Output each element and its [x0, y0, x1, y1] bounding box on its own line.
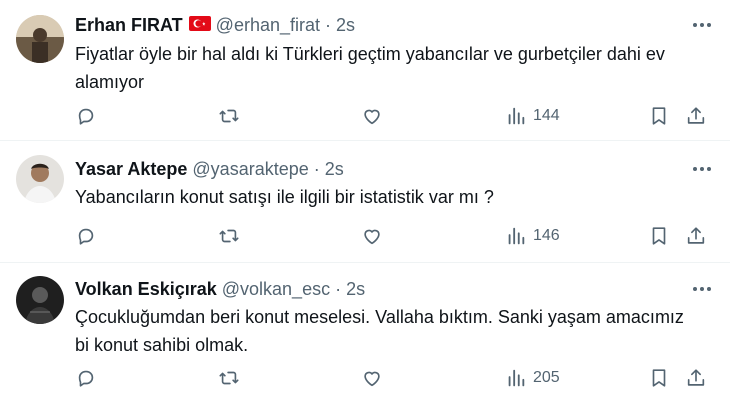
- tweet-text-line: Yabancıların konut satışı ile ilgili bir…: [75, 187, 494, 207]
- action-bar: 205: [75, 366, 715, 390]
- avatar[interactable]: [16, 15, 64, 63]
- timestamp[interactable]: 2s: [336, 15, 355, 36]
- heart-icon: [364, 109, 380, 125]
- display-name[interactable]: Volkan Eskiçırak: [75, 279, 217, 300]
- retweet-button[interactable]: [218, 104, 240, 128]
- views-button[interactable]: 205: [505, 366, 560, 390]
- tweet-3[interactable]: Volkan Eskiçırak @volkan_esc · 2s Çocukl…: [0, 263, 730, 420]
- user-handle[interactable]: @volkan_esc: [222, 279, 330, 300]
- share-button[interactable]: [685, 104, 707, 128]
- views-count: 144: [533, 107, 560, 124]
- separator-dot: ·: [313, 158, 320, 179]
- turkey-flag-icon: [188, 15, 211, 36]
- reply-button[interactable]: [75, 366, 97, 390]
- user-handle[interactable]: @yasaraktepe: [192, 159, 308, 180]
- bookmark-icon: [652, 227, 666, 245]
- tweet-text: Fiyatlar öyle bir hal aldı ki Türkleri g…: [75, 40, 715, 96]
- share-icon: [687, 107, 705, 124]
- like-button[interactable]: [361, 224, 383, 248]
- like-button[interactable]: [361, 104, 383, 128]
- share-icon: [687, 369, 705, 386]
- like-button[interactable]: [361, 366, 383, 390]
- share-button[interactable]: [685, 224, 707, 248]
- action-bar: 146: [75, 224, 715, 248]
- views-button[interactable]: 144: [505, 104, 560, 128]
- tweet-text-line: alamıyor: [75, 72, 145, 92]
- share-icon: [687, 227, 705, 244]
- reply-button[interactable]: [75, 104, 97, 128]
- bookmark-button[interactable]: [648, 366, 670, 390]
- tweet-header: Erhan FIRAT @erhan_firat · 2s: [75, 14, 355, 36]
- more-icon[interactable]: [690, 14, 714, 36]
- share-button[interactable]: [685, 366, 707, 390]
- more-icon[interactable]: [690, 158, 714, 180]
- reply-icon: [78, 370, 94, 387]
- reply-button[interactable]: [75, 224, 97, 248]
- views-icon: [508, 107, 525, 125]
- retweet-icon: [219, 229, 239, 243]
- bookmark-button[interactable]: [648, 104, 670, 128]
- tweet-header: Volkan Eskiçırak @volkan_esc · 2s: [75, 278, 365, 300]
- views-button[interactable]: 146: [505, 224, 560, 248]
- tweet-text: Çocukluğumdan beri konut meselesi. Valla…: [75, 303, 715, 359]
- tweet-text-line: Çocukluğumdan beri konut meselesi. Valla…: [75, 307, 684, 327]
- bookmark-icon: [652, 107, 666, 125]
- tweet-text: Yabancıların konut satışı ile ilgili bir…: [75, 183, 715, 211]
- heart-icon: [364, 229, 380, 245]
- reply-icon: [78, 108, 94, 125]
- tweet-text-line: Fiyatlar öyle bir hal aldı ki Türkleri g…: [75, 44, 665, 64]
- tweet-2[interactable]: Yasar Aktepe @yasaraktepe · 2s Yabancıla…: [0, 141, 730, 262]
- retweet-button[interactable]: [218, 366, 240, 390]
- views-count: 146: [533, 227, 560, 244]
- bookmark-button[interactable]: [648, 224, 670, 248]
- timestamp[interactable]: 2s: [325, 159, 344, 180]
- tweet-text-line: bi konut sahibi olmak.: [75, 335, 249, 355]
- heart-icon: [364, 371, 380, 387]
- display-name[interactable]: Erhan FIRAT: [75, 15, 183, 36]
- views-icon: [508, 369, 525, 387]
- tweet-header: Yasar Aktepe @yasaraktepe · 2s: [75, 158, 344, 180]
- avatar[interactable]: [16, 155, 64, 203]
- timestamp[interactable]: 2s: [346, 279, 365, 300]
- bookmark-icon: [652, 369, 666, 387]
- avatar[interactable]: [16, 276, 64, 324]
- action-bar: 144: [75, 104, 715, 128]
- more-icon[interactable]: [690, 278, 714, 300]
- retweet-button[interactable]: [218, 224, 240, 248]
- display-name[interactable]: Yasar Aktepe: [75, 159, 187, 180]
- user-handle[interactable]: @erhan_firat: [216, 15, 320, 36]
- separator-dot: ·: [335, 278, 342, 299]
- retweet-icon: [219, 109, 239, 123]
- reply-icon: [78, 228, 94, 245]
- retweet-icon: [219, 371, 239, 385]
- tweet-1[interactable]: Erhan FIRAT @erhan_firat · 2s Fiyatlar ö…: [0, 0, 730, 140]
- views-count: 205: [533, 369, 560, 386]
- views-icon: [508, 227, 525, 245]
- separator-dot: ·: [325, 14, 331, 35]
